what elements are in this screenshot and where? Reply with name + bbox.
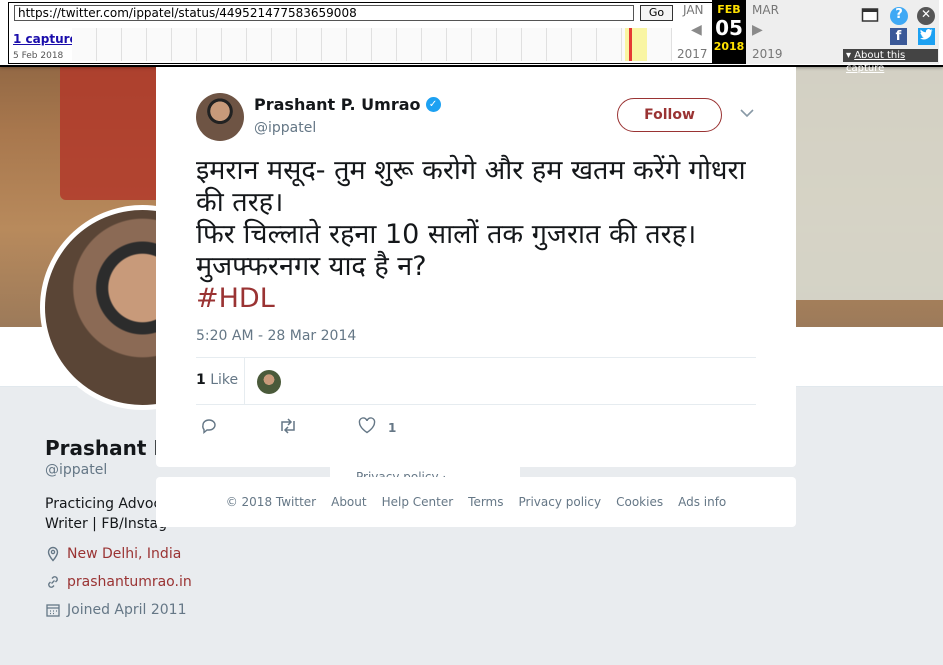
help-icon[interactable]: ? (890, 7, 908, 25)
verified-badge-icon: ✓ (425, 97, 441, 112)
prev-month[interactable]: JAN (683, 3, 704, 17)
wayback-url-input[interactable]: https://twitter.com/ippatel/status/44952… (14, 5, 634, 21)
next-year[interactable]: 2019 (752, 47, 783, 61)
profile-website: prashantumrao.in (45, 574, 192, 590)
retweet-button[interactable] (278, 417, 298, 439)
follow-button[interactable]: Follow (617, 98, 722, 132)
current-capture-date: FEB 05 2018 (712, 0, 746, 64)
footer-link-about[interactable]: About (331, 495, 366, 509)
tweet-modal: Prashant P. Umrao ✓ @ippatel Follow इमरा… (156, 67, 796, 467)
captures-link[interactable]: 1 capture (13, 32, 78, 46)
twitter-share-icon[interactable] (918, 28, 935, 45)
location-pin-icon (45, 546, 61, 562)
calendar-view-icon[interactable] (861, 7, 879, 25)
hashtag-link[interactable]: #HDL (196, 283, 756, 315)
liker-avatar[interactable] (257, 370, 281, 394)
profile-location: New Delhi, India (45, 546, 181, 562)
joined-text: Joined April 2011 (67, 602, 187, 618)
next-month[interactable]: MAR (752, 3, 779, 17)
prev-year[interactable]: 2017 (677, 47, 708, 61)
footer-link-help-center[interactable]: Help Center (382, 495, 454, 509)
modal-footer: © 2018 Twitter About Help Center Terms P… (156, 477, 796, 527)
tweet-line-1: इमरान मसूद- तुम शुरू करोगे और हम खतम करे… (196, 155, 746, 218)
stats-divider (244, 358, 245, 405)
footer-link-terms[interactable]: Terms (468, 495, 503, 509)
tweet-line-3: मुजफ्फरनगर याद है न? (196, 251, 427, 282)
like-count-stat[interactable]: 1 Like (196, 372, 238, 388)
like-action-count: 1 (388, 420, 397, 435)
tweet-more-chevron-down-icon[interactable] (739, 107, 755, 123)
tweet-timestamp[interactable]: 5:20 AM - 28 Mar 2014 (196, 328, 356, 344)
like-label: Like (210, 372, 239, 388)
tweet-author-handle[interactable]: @ippatel (254, 120, 316, 136)
tweet-stats: 1 Like (196, 357, 756, 405)
reply-icon (200, 417, 218, 439)
footer-link-privacy[interactable]: Privacy policy (519, 495, 602, 509)
reply-button[interactable] (200, 417, 218, 439)
capture-date: 5 Feb 2018 (13, 51, 64, 61)
like-count: 1 (196, 372, 206, 388)
profile-joined: Joined April 2011 (45, 602, 187, 618)
link-icon (45, 574, 61, 590)
location-link[interactable]: New Delhi, India (67, 546, 181, 562)
profile-handle: @ippatel (45, 462, 108, 478)
banner-poster (60, 60, 170, 200)
tweet-actions: 1 (196, 417, 496, 439)
heart-icon (358, 417, 376, 438)
wayback-toolbar: https://twitter.com/ippatel/status/44952… (0, 0, 943, 74)
footer-link-cookies[interactable]: Cookies (616, 495, 663, 509)
current-year: 2018 (713, 40, 745, 53)
close-icon[interactable]: ✕ (917, 7, 935, 25)
about-capture-link[interactable]: ▾ About this capture (843, 49, 938, 74)
retweet-icon (278, 417, 298, 439)
calendar-icon (45, 602, 61, 618)
tweet-text: इमरान मसूद- तुम शुरू करोगे और हम खतम करे… (196, 155, 756, 315)
capture-sparkline[interactable] (72, 28, 672, 61)
tweet-author-avatar[interactable] (196, 93, 244, 141)
tweet-line-2: फिर चिल्लाते रहना 10 सालों तक गुजरात की … (196, 219, 697, 250)
website-link[interactable]: prashantumrao.in (67, 574, 192, 590)
prev-capture-arrow-icon[interactable]: ◀ (691, 22, 702, 38)
sparkline-current-marker (629, 28, 632, 61)
footer-link-ads-info[interactable]: Ads info (678, 495, 726, 509)
profile-name[interactable]: Prashant P. (45, 436, 172, 460)
next-capture-arrow-icon[interactable]: ▶ (752, 22, 763, 38)
current-day: 05 (715, 16, 743, 40)
tweet-author[interactable]: Prashant P. Umrao ✓ (254, 95, 441, 114)
wayback-go-button[interactable]: Go (640, 5, 673, 21)
facebook-share-icon[interactable]: f (890, 28, 907, 45)
like-button[interactable]: 1 (358, 417, 396, 438)
banner-poster-right (795, 60, 943, 300)
tweet-author-name: Prashant P. Umrao (254, 95, 421, 114)
current-month: FEB (717, 3, 741, 16)
footer-copyright: © 2018 Twitter (225, 495, 317, 509)
